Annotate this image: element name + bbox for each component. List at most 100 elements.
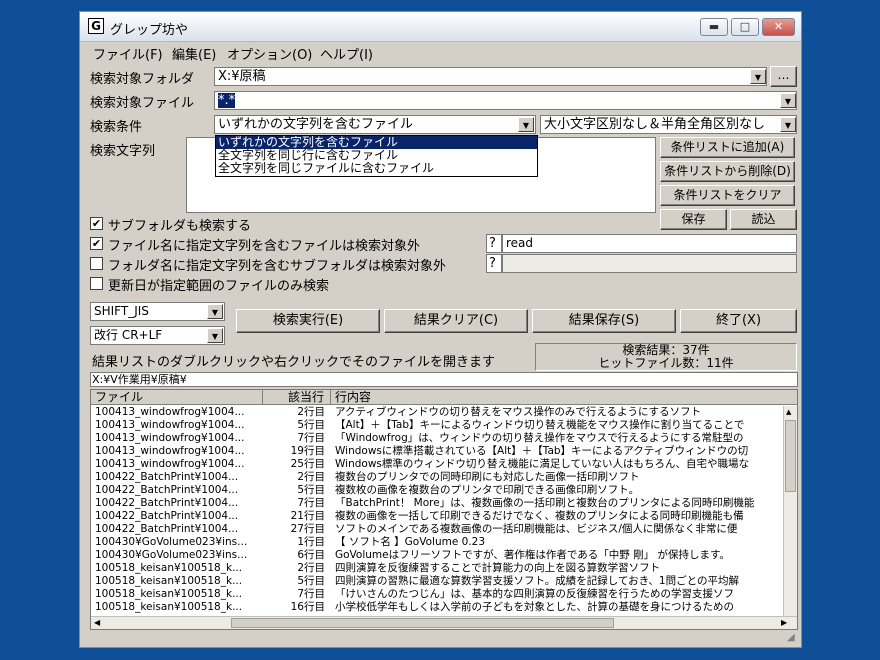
close-button[interactable]: ✕ [762, 18, 795, 36]
table-row[interactable]: 100413_windowfrog¥1004... 7行目 「Windowfrog」… [91, 432, 791, 445]
condition-select[interactable]: いずれかの文字列を含むファイル [214, 115, 536, 134]
menu-help[interactable]: ヘルプ(I) [320, 44, 373, 63]
save-results-button[interactable]: 結果保存(S) [532, 309, 676, 333]
cell-line: 25行目 [290, 458, 325, 470]
scroll-right-icon[interactable]: ▶ [781, 617, 787, 629]
horizontal-scroll-thumb[interactable] [231, 618, 614, 628]
browse-button[interactable]: … [770, 66, 797, 87]
scroll-up-icon[interactable]: ▲ [786, 408, 791, 416]
cell-content: 小学校低学年もしくは入学前の子どもを対象とした、計算の基礎を身につけるための [335, 601, 734, 613]
cell-file: 100413_windowfrog¥1004... [95, 458, 245, 470]
window-title: グレップ坊や [110, 23, 189, 38]
cell-line: 16行目 [290, 601, 325, 613]
table-row[interactable]: 100413_windowfrog¥1004... 2行目 アクティブウィンドウの切… [91, 406, 791, 419]
cell-file: 100518_keisan¥100518_k... [95, 601, 243, 613]
horizontal-scrollbar[interactable]: ◀ ▶ [91, 616, 797, 629]
charset-dropdown-icon[interactable]: ▼ [207, 304, 223, 319]
table-row[interactable]: 100422_BatchPrint¥1004... 7行目 「BatchPrint！… [91, 497, 791, 510]
add-condition-button[interactable]: 条件リストに追加(A) [660, 137, 795, 158]
table-row[interactable]: 100430¥GoVolume023¥ins... 6行目 GoVolumeはフリー… [91, 549, 791, 562]
minimize-button[interactable]: ▬ [700, 18, 728, 36]
exclude-filename-input[interactable]: read [502, 234, 797, 253]
cell-content: 複数台のプリンタでの同時印刷にも対応した画像一括印刷ソフト [335, 471, 640, 483]
date-range-label: 更新日が指定範囲のファイルのみ検索 [108, 279, 330, 294]
exit-button[interactable]: 終了(X) [680, 309, 797, 333]
scroll-left-icon[interactable]: ◀ [94, 617, 100, 629]
exclude-filename-label: ファイル名に指定文字列を含むファイルは検索対象外 [108, 239, 421, 254]
exclude-folder-input[interactable] [502, 254, 797, 273]
folder-dropdown-icon[interactable]: ▼ [750, 69, 766, 84]
save-conditions-button[interactable]: 保存 [660, 209, 727, 230]
condition-option[interactable]: いずれかの文字列を含むファイル [216, 136, 537, 149]
condition-option[interactable]: 全文字列を同じ行に含むファイル [216, 149, 537, 162]
cell-content: Windows標準のウィンドウ切り替え機能に満足していない人はもちろん、自宅や職… [335, 458, 750, 470]
table-row[interactable]: 100413_windowfrog¥1004... 19行目 Windowsに標準搭… [91, 445, 791, 458]
file-input-value: *.* [218, 93, 236, 108]
clear-conditions-button[interactable]: 条件リストをクリア [660, 185, 795, 206]
title-bar[interactable]: G グレップ坊や ▬ □ ✕ [80, 12, 801, 42]
table-row[interactable]: 100518_keisan¥100518_k... 7行目 「けいさんのたつじん」は… [91, 588, 791, 601]
menu-file[interactable]: ファイル(F) [93, 44, 163, 63]
cell-line: 19行目 [290, 445, 325, 457]
cell-line: 2行目 [297, 562, 325, 574]
maximize-button[interactable]: □ [731, 18, 759, 36]
condition-dropdown-icon[interactable]: ▼ [518, 117, 534, 132]
table-row[interactable]: 100430¥GoVolume023¥ins... 1行目【 ソフト名 】GoVo… [91, 536, 791, 549]
table-row[interactable]: 100422_BatchPrint¥1004... 2行目 複数台のプリンタでの同時… [91, 471, 791, 484]
table-row[interactable]: 100518_keisan¥100518_k... 16行目 小学校低学年もしくは入… [91, 601, 791, 614]
file-dropdown-icon[interactable]: ▼ [780, 93, 796, 108]
cell-line: 7行目 [297, 497, 325, 509]
table-row[interactable]: 100422_BatchPrint¥1004... 21行目 複数の画像を一括して印… [91, 510, 791, 523]
table-row[interactable]: 100518_keisan¥100518_k... 5行目 四則演算の習熟に最適な算… [91, 575, 791, 588]
cell-file: 100413_windowfrog¥1004... [95, 432, 245, 444]
vertical-scroll-thumb[interactable] [785, 420, 796, 492]
exclude-folder-checkbox[interactable] [90, 257, 103, 270]
table-row[interactable]: 100422_BatchPrint¥1004... 27行目 ソフトのメインである複… [91, 523, 791, 536]
charset-select[interactable]: SHIFT_JIS [90, 302, 225, 321]
table-row[interactable]: 100413_windowfrog¥1004... 5行目 【Alt】＋【Tab】キ… [91, 419, 791, 432]
cell-content: 「Windowfrog」は、ウィンドウの切り替え操作をマウスで行えるようにする常… [335, 432, 744, 444]
case-dropdown-icon[interactable]: ▼ [780, 117, 796, 132]
cell-line: 5行目 [297, 419, 325, 431]
date-range-checkbox[interactable] [90, 277, 103, 290]
cell-line: 6行目 [297, 549, 325, 561]
cell-content: アクティブウィンドウの切り替えをマウス操作のみで行えるようにするソフト [335, 406, 702, 418]
case-select[interactable]: 大小文字区別なし＆半角全角区別なし [540, 115, 797, 134]
cell-file: 100413_windowfrog¥1004... [95, 406, 245, 418]
header-file[interactable]: ファイル [91, 390, 263, 405]
exclude-filename-mode[interactable]: ? [486, 234, 502, 253]
newline-select[interactable]: 改行 CR+LF [90, 326, 225, 345]
exclude-filename-checkbox[interactable]: ✔ [90, 237, 103, 250]
table-row[interactable]: 100422_BatchPrint¥1004... 5行目 複数枚の画像を複数台のプ… [91, 484, 791, 497]
cell-content: 「けいさんのたつじん」は、基本的な四則演算の反復練習を行うための学習支援ソフ [335, 588, 734, 600]
resize-grip-icon[interactable]: ◢ [787, 633, 799, 645]
folder-input[interactable]: X:¥原稿 [214, 67, 767, 86]
menu-options[interactable]: オプション(O) [227, 44, 312, 63]
path-display: X:¥V作業用¥原稿¥ [90, 372, 798, 387]
results-header: ファイル 該当行 行内容 [91, 390, 797, 405]
menu-edit[interactable]: 編集(E) [172, 44, 216, 63]
exclude-folder-label: フォルダ名に指定文字列を含むサブフォルダは検索対象外 [108, 259, 447, 274]
cell-content: 複数枚の画像を複数台のプリンタで印刷できる画像印刷ソフト。 [335, 484, 640, 496]
header-line[interactable]: 該当行 [263, 390, 331, 405]
remove-condition-button[interactable]: 条件リストから削除(D) [660, 161, 795, 182]
table-row[interactable]: 100413_windowfrog¥1004... 25行目 Windows標準のウ… [91, 458, 791, 471]
run-search-button[interactable]: 検索実行(E) [236, 309, 380, 333]
condition-label: 検索条件 [90, 120, 143, 135]
file-input[interactable]: *.* [214, 91, 797, 110]
exclude-folder-mode[interactable]: ? [486, 254, 502, 273]
cell-file: 100518_keisan¥100518_k... [95, 575, 243, 587]
load-conditions-button[interactable]: 読込 [730, 209, 797, 230]
header-content[interactable]: 行内容 [331, 390, 797, 405]
table-row[interactable]: 100518_keisan¥100518_k... 2行目 四則演算を反復練習するこ… [91, 562, 791, 575]
main-window: G グレップ坊や ▬ □ ✕ ファイル(F) 編集(E) オプション(O) ヘル… [79, 11, 802, 648]
cell-line: 27行目 [290, 523, 325, 535]
cell-content: 「BatchPrint！ More」は、複数画像の一括印刷と複数台のプリンタによ… [335, 497, 755, 509]
cell-line: 5行目 [297, 575, 325, 587]
newline-dropdown-icon[interactable]: ▼ [207, 328, 223, 343]
subfolder-checkbox[interactable]: ✔ [90, 217, 103, 230]
vertical-scrollbar[interactable]: ▲ [783, 406, 797, 618]
cell-content: Windowsに標準搭載されている【Alt】＋【Tab】キーによるアクティブウィ… [335, 445, 749, 457]
condition-option[interactable]: 全文字列を同じファイルに含むファイル [216, 162, 537, 175]
clear-results-button[interactable]: 結果クリア(C) [384, 309, 528, 333]
